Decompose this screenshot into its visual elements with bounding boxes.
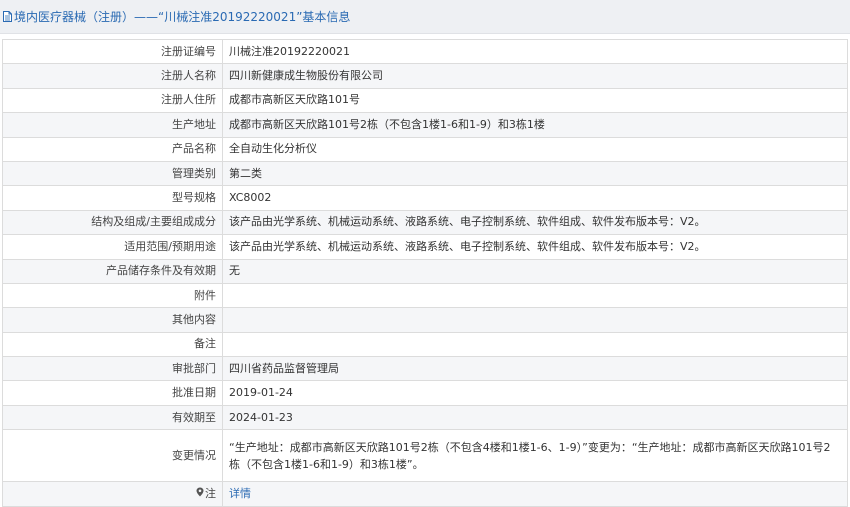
row-value: 该产品由光学系统、机械运动系统、液路系统、电子控制系统、软件组成、软件发布版本号… <box>222 209 848 236</box>
row-label: 批准日期 <box>2 380 223 406</box>
note-label: 注 <box>205 486 216 500</box>
row-value: 四川新健康成生物股份有限公司 <box>222 63 848 89</box>
note-label-cell: 注 <box>2 481 223 507</box>
table-row: 生产地址 成都市高新区天欣路101号2栋（不包含1楼1-6和1-9）和3栋1楼 <box>2 112 848 138</box>
pin-icon <box>196 486 204 502</box>
table-row: 其他内容 <box>2 307 848 333</box>
row-value: 第二类 <box>222 160 848 187</box>
row-label: 其他内容 <box>2 307 223 333</box>
row-label: 注册证编号 <box>2 38 223 65</box>
row-label: 有效期至 <box>2 404 223 431</box>
row-value: 成都市高新区天欣路101号 <box>222 87 848 114</box>
row-label: 附件 <box>2 282 223 309</box>
row-value: 无 <box>222 258 848 284</box>
page-title: 境内医疗器械（注册）——“川械注准20192220021”基本信息 <box>14 10 351 24</box>
table-row: 批准日期 2019-01-24 <box>2 380 848 406</box>
row-label: 生产地址 <box>2 112 223 138</box>
row-value: 川械注准20192220021 <box>222 38 848 65</box>
table-row: 结构及组成/主要组成成分 该产品由光学系统、机械运动系统、液路系统、电子控制系统… <box>2 209 848 236</box>
table-row: 型号规格 XC8002 <box>2 185 848 211</box>
note-row: 注 详情 <box>2 481 848 507</box>
table-row: 管理类别 第二类 <box>2 160 848 187</box>
row-label: 产品名称 <box>2 136 223 162</box>
row-label: 产品储存条件及有效期 <box>2 258 223 284</box>
table-row: 产品名称 全自动生化分析仪 <box>2 136 848 162</box>
row-value: 全自动生化分析仪 <box>222 136 848 162</box>
row-value: “生产地址：成都市高新区天欣路101号2栋（不包含4楼和1楼1-6、1-9）”变… <box>222 429 848 483</box>
table-row: 备注 <box>2 331 848 358</box>
row-value: 该产品由光学系统、机械运动系统、液路系统、电子控制系统、软件组成、软件发布版本号… <box>222 234 848 260</box>
row-label: 管理类别 <box>2 160 223 187</box>
row-value: 成都市高新区天欣路101号2栋（不包含1楼1-6和1-9）和3栋1楼 <box>222 112 848 138</box>
table-row: 有效期至 2024-01-23 <box>2 404 848 431</box>
table-row: 注册人住所 成都市高新区天欣路101号 <box>2 87 848 114</box>
row-value <box>222 282 848 309</box>
row-label: 结构及组成/主要组成成分 <box>2 209 223 236</box>
document-icon <box>3 11 12 22</box>
row-value: 四川省药品监督管理局 <box>222 356 848 382</box>
table-row: 审批部门 四川省药品监督管理局 <box>2 356 848 382</box>
row-value: XC8002 <box>222 185 848 211</box>
row-label: 变更情况 <box>2 429 223 483</box>
row-label: 审批部门 <box>2 356 223 382</box>
table-row: 适用范围/预期用途 该产品由光学系统、机械运动系统、液路系统、电子控制系统、软件… <box>2 234 848 260</box>
row-label: 型号规格 <box>2 185 223 211</box>
row-label: 注册人名称 <box>2 63 223 89</box>
row-value: 2019-01-24 <box>222 380 848 406</box>
page-header: 境内医疗器械（注册）——“川械注准20192220021”基本信息 <box>0 0 850 34</box>
row-value <box>222 307 848 333</box>
table-row: 注册证编号 川械注准20192220021 <box>2 38 848 65</box>
table-row: 产品储存条件及有效期 无 <box>2 258 848 284</box>
row-label: 备注 <box>2 331 223 358</box>
info-table: 注册证编号 川械注准20192220021 注册人名称 四川新健康成生物股份有限… <box>2 38 848 507</box>
row-value: 2024-01-23 <box>222 404 848 431</box>
row-label: 适用范围/预期用途 <box>2 234 223 260</box>
row-value <box>222 331 848 358</box>
row-label: 注册人住所 <box>2 87 223 114</box>
table-row: 注册人名称 四川新健康成生物股份有限公司 <box>2 63 848 89</box>
table-row: 变更情况 “生产地址：成都市高新区天欣路101号2栋（不包含4楼和1楼1-6、1… <box>2 429 848 483</box>
note-value: 详情 <box>222 481 848 507</box>
detail-link[interactable]: 详情 <box>229 487 251 500</box>
table-row: 附件 <box>2 282 848 309</box>
